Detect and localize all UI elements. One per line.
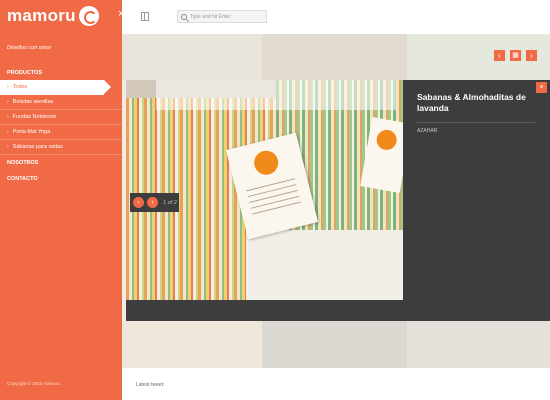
product-photo	[126, 80, 403, 300]
sidebar-item-bolsitas-semillas[interactable]: › Bolsitas semillas	[0, 95, 122, 110]
image-next-button[interactable]: ›	[147, 197, 158, 208]
sidebar-item-sabanas-para-ositas[interactable]: › Sábanas para ositas	[0, 140, 122, 155]
sidebar-item-label: Sábanas para ositas	[12, 144, 63, 150]
product-category[interactable]: AZAHAR	[417, 128, 535, 134]
copyright: Copyright © 2013 mamoru.	[7, 381, 62, 386]
photo-floor	[246, 230, 403, 300]
logo[interactable]: mamoru	[7, 6, 99, 26]
search-box[interactable]	[177, 10, 267, 23]
product-nav-list: › Todos › Bolsitas semillas › Fundas Not…	[0, 80, 122, 155]
search-icon	[181, 13, 187, 20]
bullet-icon: ›	[7, 144, 9, 150]
search-input[interactable]	[190, 13, 265, 20]
tag-text-line	[252, 201, 301, 215]
tagline: Diseños con amor	[7, 45, 52, 51]
image-prev-button[interactable]: ‹	[133, 197, 144, 208]
lightbox: ‹ › 1 of 2 Sabanas & Almohaditas de lava…	[126, 80, 550, 321]
bullet-icon: ›	[7, 99, 9, 105]
latest-tweet-label: Latest tweet:	[136, 382, 165, 388]
nav-section-nosotros[interactable]: NOSOTROS	[7, 160, 38, 166]
image-pager: ‹ › 1 of 2	[130, 193, 179, 212]
sidebar-item-label: Porta Mat Yoga	[12, 129, 51, 135]
sidebar-item-porta-mat-yoga[interactable]: › Porta Mat Yoga	[0, 125, 122, 140]
divider	[417, 122, 535, 123]
sidebar-item-label: Bolsitas semillas	[12, 99, 54, 105]
product-title: Sabanas & Almohaditas de lavanda	[417, 92, 526, 113]
product-info: Sabanas & Almohaditas de lavanda AZAHAR	[417, 92, 535, 134]
sidebar-item-fundas-notebook[interactable]: › Fundas Notebook	[0, 110, 122, 125]
bullet-icon: ›	[7, 129, 9, 135]
nav-section-contacto[interactable]: CONTACTO	[7, 176, 38, 182]
sidebar-item-label: Todos	[12, 84, 28, 90]
topbar	[122, 0, 550, 34]
tag-logo	[375, 128, 399, 152]
gallery-next-button[interactable]: ›	[526, 50, 537, 61]
logo-text: mamoru	[7, 6, 76, 25]
gallery-prev-button[interactable]: ‹	[494, 50, 505, 61]
pager-count: 1 of 2	[163, 199, 177, 206]
photo-tissue	[156, 80, 396, 110]
sidebar-item-label: Fundas Notebook	[12, 114, 57, 120]
footer: Latest tweet:	[122, 368, 550, 400]
bullet-icon: ›	[7, 84, 9, 90]
lightbox-close-button[interactable]: ×	[536, 82, 547, 93]
toggle-panel-icon[interactable]	[141, 12, 149, 21]
tag-logo	[251, 148, 281, 178]
nav-section-productos[interactable]: PRODUCTOS	[7, 70, 42, 76]
bullet-icon: ›	[7, 114, 9, 120]
sidebar: mamoru × Diseños con amor PRODUCTOS › To…	[0, 0, 124, 400]
gallery-grid-button[interactable]: ▦	[510, 50, 521, 61]
logo-mark-icon	[78, 6, 99, 26]
sidebar-item-todos[interactable]: › Todos	[0, 80, 111, 95]
